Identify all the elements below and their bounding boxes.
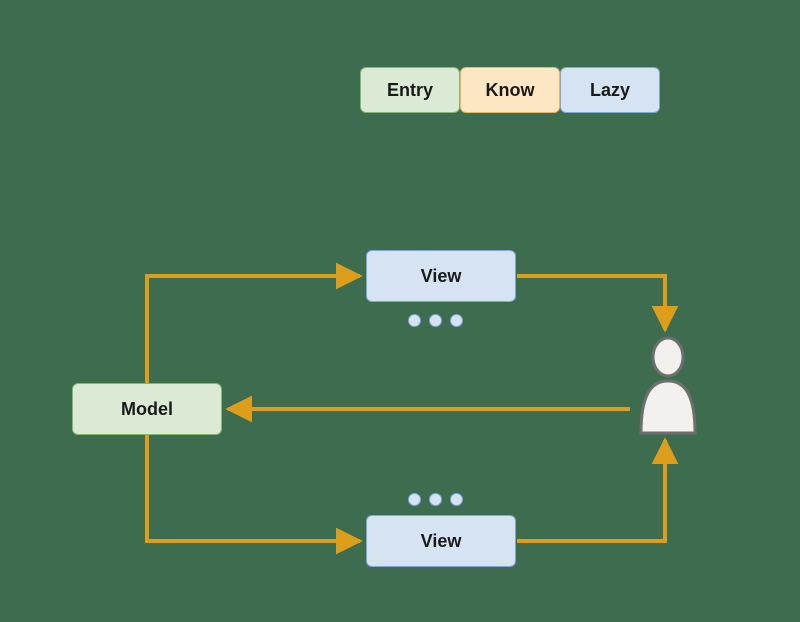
legend-know-label: Know <box>486 80 535 101</box>
node-view-top-label: View <box>421 266 462 287</box>
node-view-bottom-label: View <box>421 531 462 552</box>
node-view-bottom: View <box>366 515 516 567</box>
node-view-top: View <box>366 250 516 302</box>
legend-entry: Entry <box>360 67 460 113</box>
legend-lazy-label: Lazy <box>590 80 630 101</box>
legend-know: Know <box>460 67 560 113</box>
dot-icon <box>408 314 421 327</box>
dot-icon <box>429 314 442 327</box>
legend-lazy: Lazy <box>560 67 660 113</box>
node-model-label: Model <box>121 399 173 420</box>
dot-icon <box>429 493 442 506</box>
ellipsis-top <box>408 314 463 327</box>
user-icon <box>633 335 703 440</box>
dot-icon <box>450 493 463 506</box>
legend-entry-label: Entry <box>387 80 433 101</box>
ellipsis-bottom <box>408 493 463 506</box>
node-model: Model <box>72 383 222 435</box>
dot-icon <box>450 314 463 327</box>
dot-icon <box>408 493 421 506</box>
